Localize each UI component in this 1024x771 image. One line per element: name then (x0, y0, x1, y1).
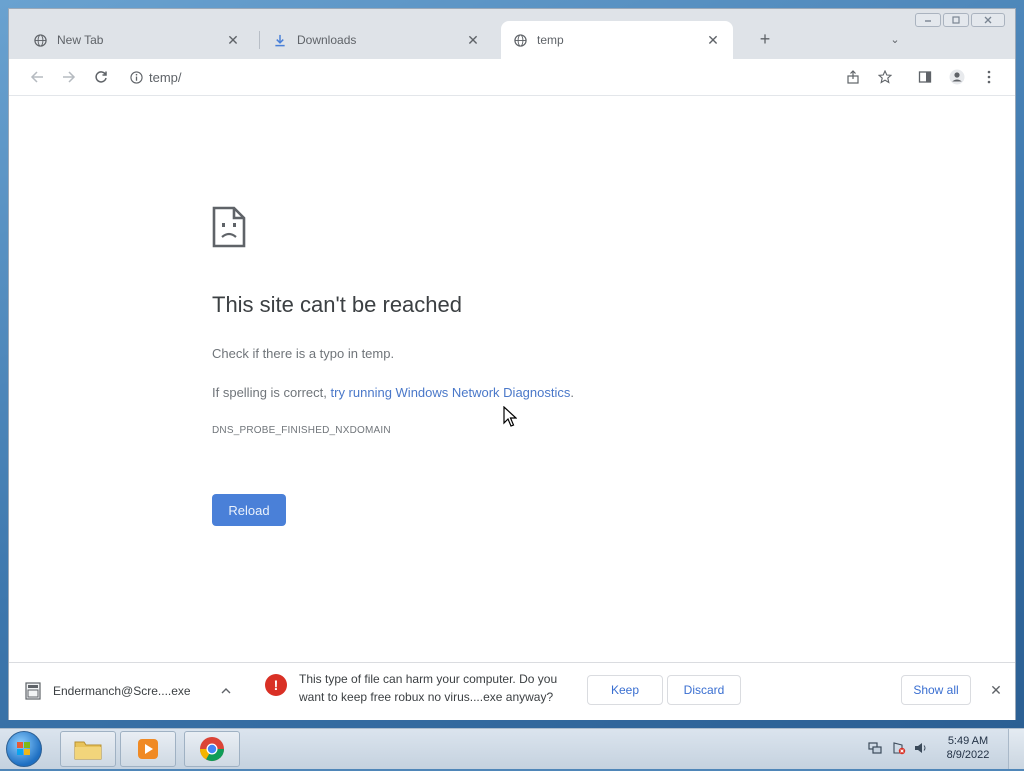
volume-icon[interactable] (914, 741, 928, 755)
star-icon[interactable] (873, 65, 897, 89)
tab-label: temp (537, 33, 564, 47)
warning-line: want to keep free robux no virus....exe … (299, 690, 554, 704)
download-warning: This type of file can harm your computer… (299, 670, 591, 706)
warning-line: This type of file can harm your computer… (299, 672, 558, 686)
browser-window: New Tab ✕ Downloads ✕ temp ✕ + ⌄ temp/ T… (8, 8, 1016, 720)
taskbar-explorer[interactable] (60, 731, 116, 767)
diagnostics-suffix: . (570, 385, 574, 400)
address-bar[interactable]: temp/ (123, 64, 883, 90)
start-button[interactable] (6, 731, 42, 767)
action-center-icon[interactable] (892, 741, 906, 755)
download-bar: Endermanch@Scre....exe ! This type of fi… (9, 662, 1015, 720)
network-diagnostics-link[interactable]: try running Windows Network Diagnostics (331, 385, 571, 400)
sad-file-icon (212, 206, 246, 248)
warning-icon: ! (265, 674, 287, 696)
close-download-bar-icon[interactable]: ✕ (987, 681, 1005, 699)
forward-icon[interactable] (57, 65, 81, 89)
tab-temp[interactable]: temp ✕ (501, 21, 733, 59)
chevron-up-icon[interactable] (217, 685, 235, 697)
taskbar-chrome[interactable] (184, 731, 240, 767)
menu-icon[interactable] (977, 65, 1001, 89)
tab-search-icon[interactable]: ⌄ (885, 29, 905, 49)
explorer-icon (74, 741, 102, 760)
globe-icon (33, 33, 47, 47)
clock-date: 8/9/2022 (946, 749, 990, 761)
profile-icon[interactable] (945, 65, 969, 89)
show-all-button[interactable]: Show all (901, 675, 971, 705)
browser-toolbar: temp/ (9, 59, 1015, 96)
tab-label: New Tab (57, 33, 104, 47)
chrome-icon (200, 737, 224, 762)
share-icon[interactable] (841, 65, 865, 89)
clock-time: 5:49 AM (947, 735, 989, 747)
tab-divider (259, 31, 260, 49)
close-window-button[interactable] (971, 13, 1005, 27)
error-code: DNS_PROBE_FINISHED_NXDOMAIN (212, 425, 391, 436)
download-icon (273, 33, 287, 47)
new-tab-button[interactable]: + (753, 27, 777, 51)
minimize-button[interactable] (915, 13, 941, 27)
tab-label: Downloads (297, 33, 357, 47)
reload-button[interactable]: Reload (212, 494, 286, 526)
taskbar: 5:49 AM 8/9/2022 (0, 728, 1024, 769)
discard-button[interactable]: Discard (667, 675, 741, 705)
globe-icon (513, 33, 527, 47)
page-content: This site can't be reached Check if ther… (9, 96, 1015, 662)
keep-button[interactable]: Keep (587, 675, 663, 705)
error-title: This site can't be reached (212, 292, 463, 317)
network-icon[interactable] (868, 741, 882, 755)
media-player-icon (138, 739, 158, 759)
diagnostics-prefix: If spelling is correct, (212, 385, 331, 400)
error-hint-diagnostics: If spelling is correct, try running Wind… (212, 385, 574, 400)
mouse-cursor-icon (503, 406, 517, 427)
sidepanel-icon[interactable] (913, 65, 937, 89)
show-desktop-button[interactable] (1008, 729, 1024, 769)
download-file-name: Endermanch@Scre....exe (53, 684, 191, 698)
reload-icon[interactable] (89, 65, 113, 89)
taskbar-media-player[interactable] (120, 731, 176, 767)
windows-logo-icon (17, 742, 30, 755)
close-tab-icon[interactable]: ✕ (705, 32, 721, 48)
maximize-button[interactable] (943, 13, 969, 27)
error-hint-typo: Check if there is a typo in temp. (212, 346, 395, 361)
tab-new-tab[interactable]: New Tab ✕ (21, 21, 253, 59)
tab-strip: New Tab ✕ Downloads ✕ temp ✕ + ⌄ (9, 9, 1015, 59)
executable-file-icon (25, 682, 41, 700)
back-icon[interactable] (25, 65, 49, 89)
close-tab-icon[interactable]: ✕ (465, 32, 481, 48)
url-text: temp/ (149, 69, 182, 85)
download-item[interactable]: Endermanch@Scre....exe (25, 675, 235, 707)
info-icon[interactable] (123, 70, 149, 84)
close-tab-icon[interactable]: ✕ (225, 32, 241, 48)
system-clock[interactable]: 5:49 AM 8/9/2022 (938, 734, 998, 762)
tab-downloads[interactable]: Downloads ✕ (261, 21, 493, 59)
